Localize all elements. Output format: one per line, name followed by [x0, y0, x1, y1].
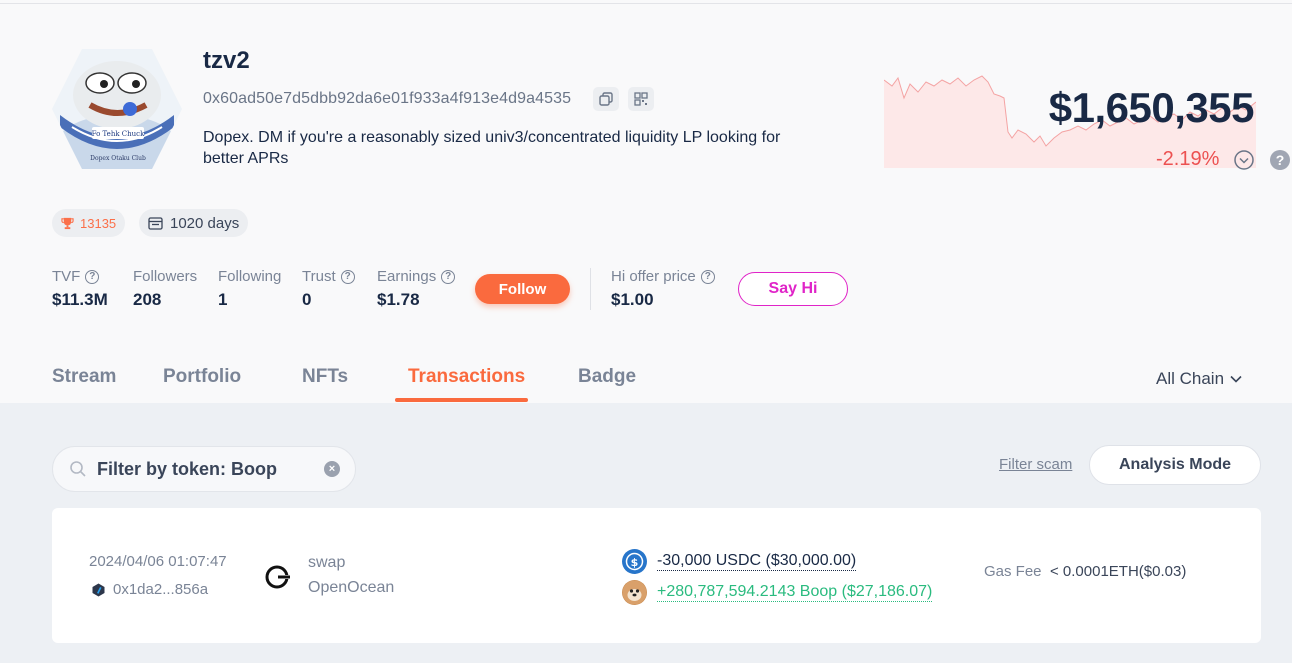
profile-bio: Dopex. DM if you're a reasonably sized u… [203, 129, 781, 167]
clear-search-icon[interactable]: × [324, 461, 340, 477]
divider [590, 268, 591, 310]
hi-offer-price: Hi offer price? $1.00 [611, 268, 715, 310]
tx-type: swap [308, 554, 346, 571]
qr-code-icon [634, 92, 648, 106]
copy-address-button[interactable] [593, 87, 619, 111]
search-icon [70, 461, 86, 477]
tab-badge[interactable]: Badge [578, 366, 636, 388]
calendar-icon [148, 217, 163, 230]
tab-portfolio[interactable]: Portfolio [163, 366, 241, 388]
stat-label: TVF [52, 268, 81, 285]
stat-following[interactable]: Following 1 [218, 268, 281, 310]
stat-value: 208 [133, 290, 162, 309]
copy-icon [599, 92, 613, 106]
days-value: 1020 days [170, 214, 240, 232]
tab-transactions[interactable]: Transactions [408, 366, 525, 388]
stat-label: Hi offer price [611, 268, 696, 285]
tx-protocol: OpenOcean [308, 579, 395, 596]
stat-value: $1.00 [611, 290, 654, 309]
score-badge: 13135 [52, 209, 126, 237]
chevron-down-icon [1230, 375, 1242, 383]
tx-hash-link[interactable]: 0x1da2...856a [92, 581, 208, 598]
tab-stream[interactable]: Stream [52, 366, 116, 388]
transaction-card: 2024/04/06 01:07:47 0x1da2...856a swap O… [52, 508, 1261, 643]
trophy-icon [61, 217, 74, 229]
follow-button[interactable]: Follow [475, 274, 570, 304]
chain-filter-label: All Chain [1156, 369, 1225, 388]
stat-label: Following [218, 268, 282, 285]
networth-value: $1,650,355 [1048, 84, 1255, 131]
arbitrum-chain-icon [92, 583, 105, 596]
chevron-down-circle-icon[interactable] [1234, 150, 1254, 170]
networth-change: -2.19% [1156, 148, 1220, 170]
openocean-logo-icon [265, 565, 290, 589]
tx-timestamp: 2024/04/06 01:07:47 [89, 553, 227, 570]
stat-label: Followers [133, 268, 198, 285]
analysis-mode-button[interactable]: Analysis Mode [1089, 445, 1261, 485]
tx-hash-text: 0x1da2...856a [113, 581, 209, 598]
stat-value: 0 [302, 290, 312, 309]
stat-tvf: TVF? $11.3M [52, 268, 108, 310]
token-in-amount[interactable]: +280,787,594.2143 Boop ($27,186.07) [657, 583, 933, 602]
svg-text:Dopex Otaku Club: Dopex Otaku Club [90, 155, 146, 162]
token-in-row: +280,787,594.2143 Boop ($27,186.07) [622, 580, 933, 605]
qr-code-button[interactable] [628, 87, 654, 111]
days-badge: 1020 days [139, 209, 249, 237]
top-divider [0, 3, 1292, 4]
svg-text:Fo Tehk Chuck: Fo Tehk Chuck [92, 130, 145, 138]
stat-label: Earnings [377, 268, 437, 285]
gas-fee-label: Gas Fee [984, 563, 1042, 580]
wallet-address: 0x60ad50e7d5dbb92da6e01f933a4f913e4d9a45… [203, 90, 572, 107]
svg-text:$: $ [631, 556, 639, 569]
filter-scam-link[interactable]: Filter scam [999, 456, 1072, 473]
chain-filter-dropdown[interactable]: All Chain [1156, 369, 1242, 389]
token-filter-input[interactable] [97, 458, 307, 480]
info-icon[interactable]: ? [340, 269, 355, 284]
stat-trust: Trust? 0 [302, 268, 355, 310]
usdc-token-icon: $ [622, 549, 647, 574]
profile-name: tzv2 [203, 47, 250, 74]
info-icon[interactable]: ? [700, 269, 715, 284]
help-icon[interactable]: ? [1270, 150, 1290, 170]
boop-token-icon [622, 580, 647, 605]
token-out-amount[interactable]: -30,000 USDC ($30,000.00) [657, 552, 857, 571]
stat-label: Trust [302, 268, 336, 285]
info-icon[interactable]: ? [441, 269, 456, 284]
stat-value: $11.3M [52, 290, 108, 309]
token-filter-search[interactable]: × [52, 446, 356, 492]
say-hi-button[interactable]: Say Hi [738, 272, 848, 306]
gas-fee-value: < 0.0001ETH($0.03) [1050, 563, 1187, 580]
stat-earnings: Earnings? $1.78 [377, 268, 456, 310]
stat-value: $1.78 [377, 290, 420, 309]
stat-value: 1 [218, 290, 228, 309]
info-icon[interactable]: ? [85, 269, 100, 284]
stat-followers[interactable]: Followers 208 [133, 268, 197, 310]
avatar: Fo Tehk Chuck Dopex Otaku Club [52, 49, 182, 169]
active-tab-indicator [395, 398, 528, 402]
score-value: 13135 [80, 215, 117, 231]
token-out-row: $ -30,000 USDC ($30,000.00) [622, 549, 857, 574]
tab-nfts[interactable]: NFTs [302, 366, 348, 388]
